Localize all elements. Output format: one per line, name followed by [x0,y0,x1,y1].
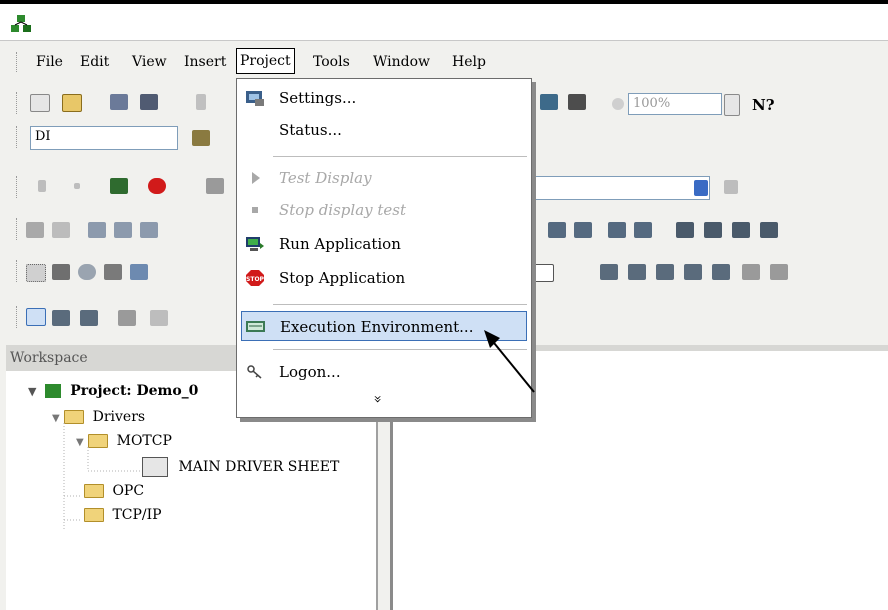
selection-icon[interactable] [26,264,46,282]
tag-combo[interactable]: DI [30,126,178,150]
test-display-icon[interactable] [38,180,46,192]
menu-item-status[interactable]: Status... [237,115,531,145]
ungroup-icon[interactable] [574,222,592,238]
image-icon[interactable] [568,94,586,110]
menu-item-label: Logon... [279,363,341,381]
menu-separator [273,304,527,305]
toolbar-grip[interactable] [16,92,20,114]
distribute-icon[interactable] [608,222,626,238]
layer-icon[interactable] [676,222,694,238]
color-icon[interactable] [80,310,98,326]
rectangle-icon[interactable] [534,264,554,282]
fill-icon[interactable] [52,310,70,326]
combo-dropdown-icon[interactable] [694,180,708,196]
menu-item-label: Stop display test [279,201,407,219]
align-icon[interactable] [140,222,158,238]
menu-item-stop-application[interactable]: STOP Stop Application [237,263,531,293]
menu-item-label: Test Display [279,169,372,187]
object-icon[interactable] [684,264,702,280]
layer-icon[interactable] [704,222,722,238]
menu-item-label: Run Application [279,235,401,253]
align-icon[interactable] [88,222,106,238]
svg-text:STOP: STOP [246,276,265,283]
object-icon[interactable] [712,264,730,280]
layer-icon[interactable] [732,222,750,238]
menu-item-settings[interactable]: Settings... [237,83,531,113]
object-icon[interactable] [628,264,646,280]
zoom-spinner[interactable] [724,94,740,116]
pointer-icon[interactable] [724,180,738,194]
logon-icon [247,365,262,379]
zoom-icon [612,98,624,110]
menu-item-label: Execution Environment... [280,318,474,336]
title-bar [0,0,888,41]
select-arrow-icon[interactable] [26,308,46,326]
menu-help[interactable]: Help [452,54,486,70]
toolbar-grip[interactable] [16,126,20,148]
align-icon[interactable] [114,222,132,238]
title-bar-top-border [0,0,888,4]
menu-item-test-display[interactable]: Test Display [237,163,531,193]
toolbar-grip[interactable] [16,176,20,198]
annotation-arrow [484,330,535,393]
stop-test-icon[interactable] [74,183,80,189]
zoom-combo[interactable]: 100% [628,93,722,115]
stop-application-icon[interactable] [148,178,166,194]
distribute-icon[interactable] [634,222,652,238]
settings-icon [246,91,264,106]
screen-icon[interactable] [540,94,558,110]
run-app-icon [246,237,264,251]
stop-sign-icon: STOP [246,270,265,286]
arrow-icon[interactable] [206,178,224,194]
group-icon[interactable] [548,222,566,238]
object-icon[interactable] [770,264,788,280]
open-folder-icon[interactable] [62,94,82,112]
magnifier-icon[interactable] [78,264,96,280]
object-icon[interactable] [600,264,618,280]
menu-separator [273,156,527,157]
object-icon[interactable] [742,264,760,280]
menu-tools[interactable]: Tools [313,54,350,70]
new-document-icon[interactable] [30,94,50,112]
menu-item-stop-display-test[interactable]: Stop display test [237,195,531,225]
save-all-icon[interactable] [140,94,158,110]
app-window: File Edit View Insert Project Tools Wind… [0,0,888,610]
menu-window[interactable]: Window [373,54,430,70]
object-icon[interactable] [52,264,70,280]
layer-icon[interactable] [760,222,778,238]
expand-menu-chevron-icon[interactable]: » [369,395,385,404]
run-application-icon[interactable] [110,178,128,194]
menu-item-label: Stop Application [279,269,406,287]
toolbar-grip[interactable] [16,260,20,282]
object-icon[interactable] [104,264,122,280]
menu-item-label: Status... [279,121,342,139]
menu-bar: File Edit View Insert Project Tools Wind… [0,46,888,76]
execution-env-icon [246,321,265,332]
line-style-icon[interactable] [118,310,136,326]
menu-item-run-application[interactable]: Run Application [237,229,531,259]
object-icon[interactable] [130,264,148,280]
align-icon[interactable] [26,222,44,238]
menu-item-label: Settings... [279,89,357,107]
menu-view[interactable]: View [132,54,167,70]
toolbar-grip[interactable] [16,218,20,240]
app-logo-icon [11,15,31,32]
menubar-grip[interactable] [16,52,20,72]
align-icon[interactable] [52,222,70,238]
cut-icon[interactable] [196,94,206,110]
menu-insert[interactable]: Insert [184,54,226,70]
save-icon[interactable] [110,94,128,110]
stop-square-icon [252,207,258,213]
toolbar-grip[interactable] [16,306,20,328]
binoculars-icon[interactable] [192,130,210,146]
menu-edit[interactable]: Edit [80,54,109,70]
context-help-icon[interactable]: N? [752,96,775,114]
line-icon[interactable] [150,310,168,326]
menu-project[interactable]: Project [236,48,295,74]
menu-file[interactable]: File [36,54,63,70]
object-icon[interactable] [656,264,674,280]
screen-combo[interactable] [530,176,710,200]
play-icon [252,172,260,184]
